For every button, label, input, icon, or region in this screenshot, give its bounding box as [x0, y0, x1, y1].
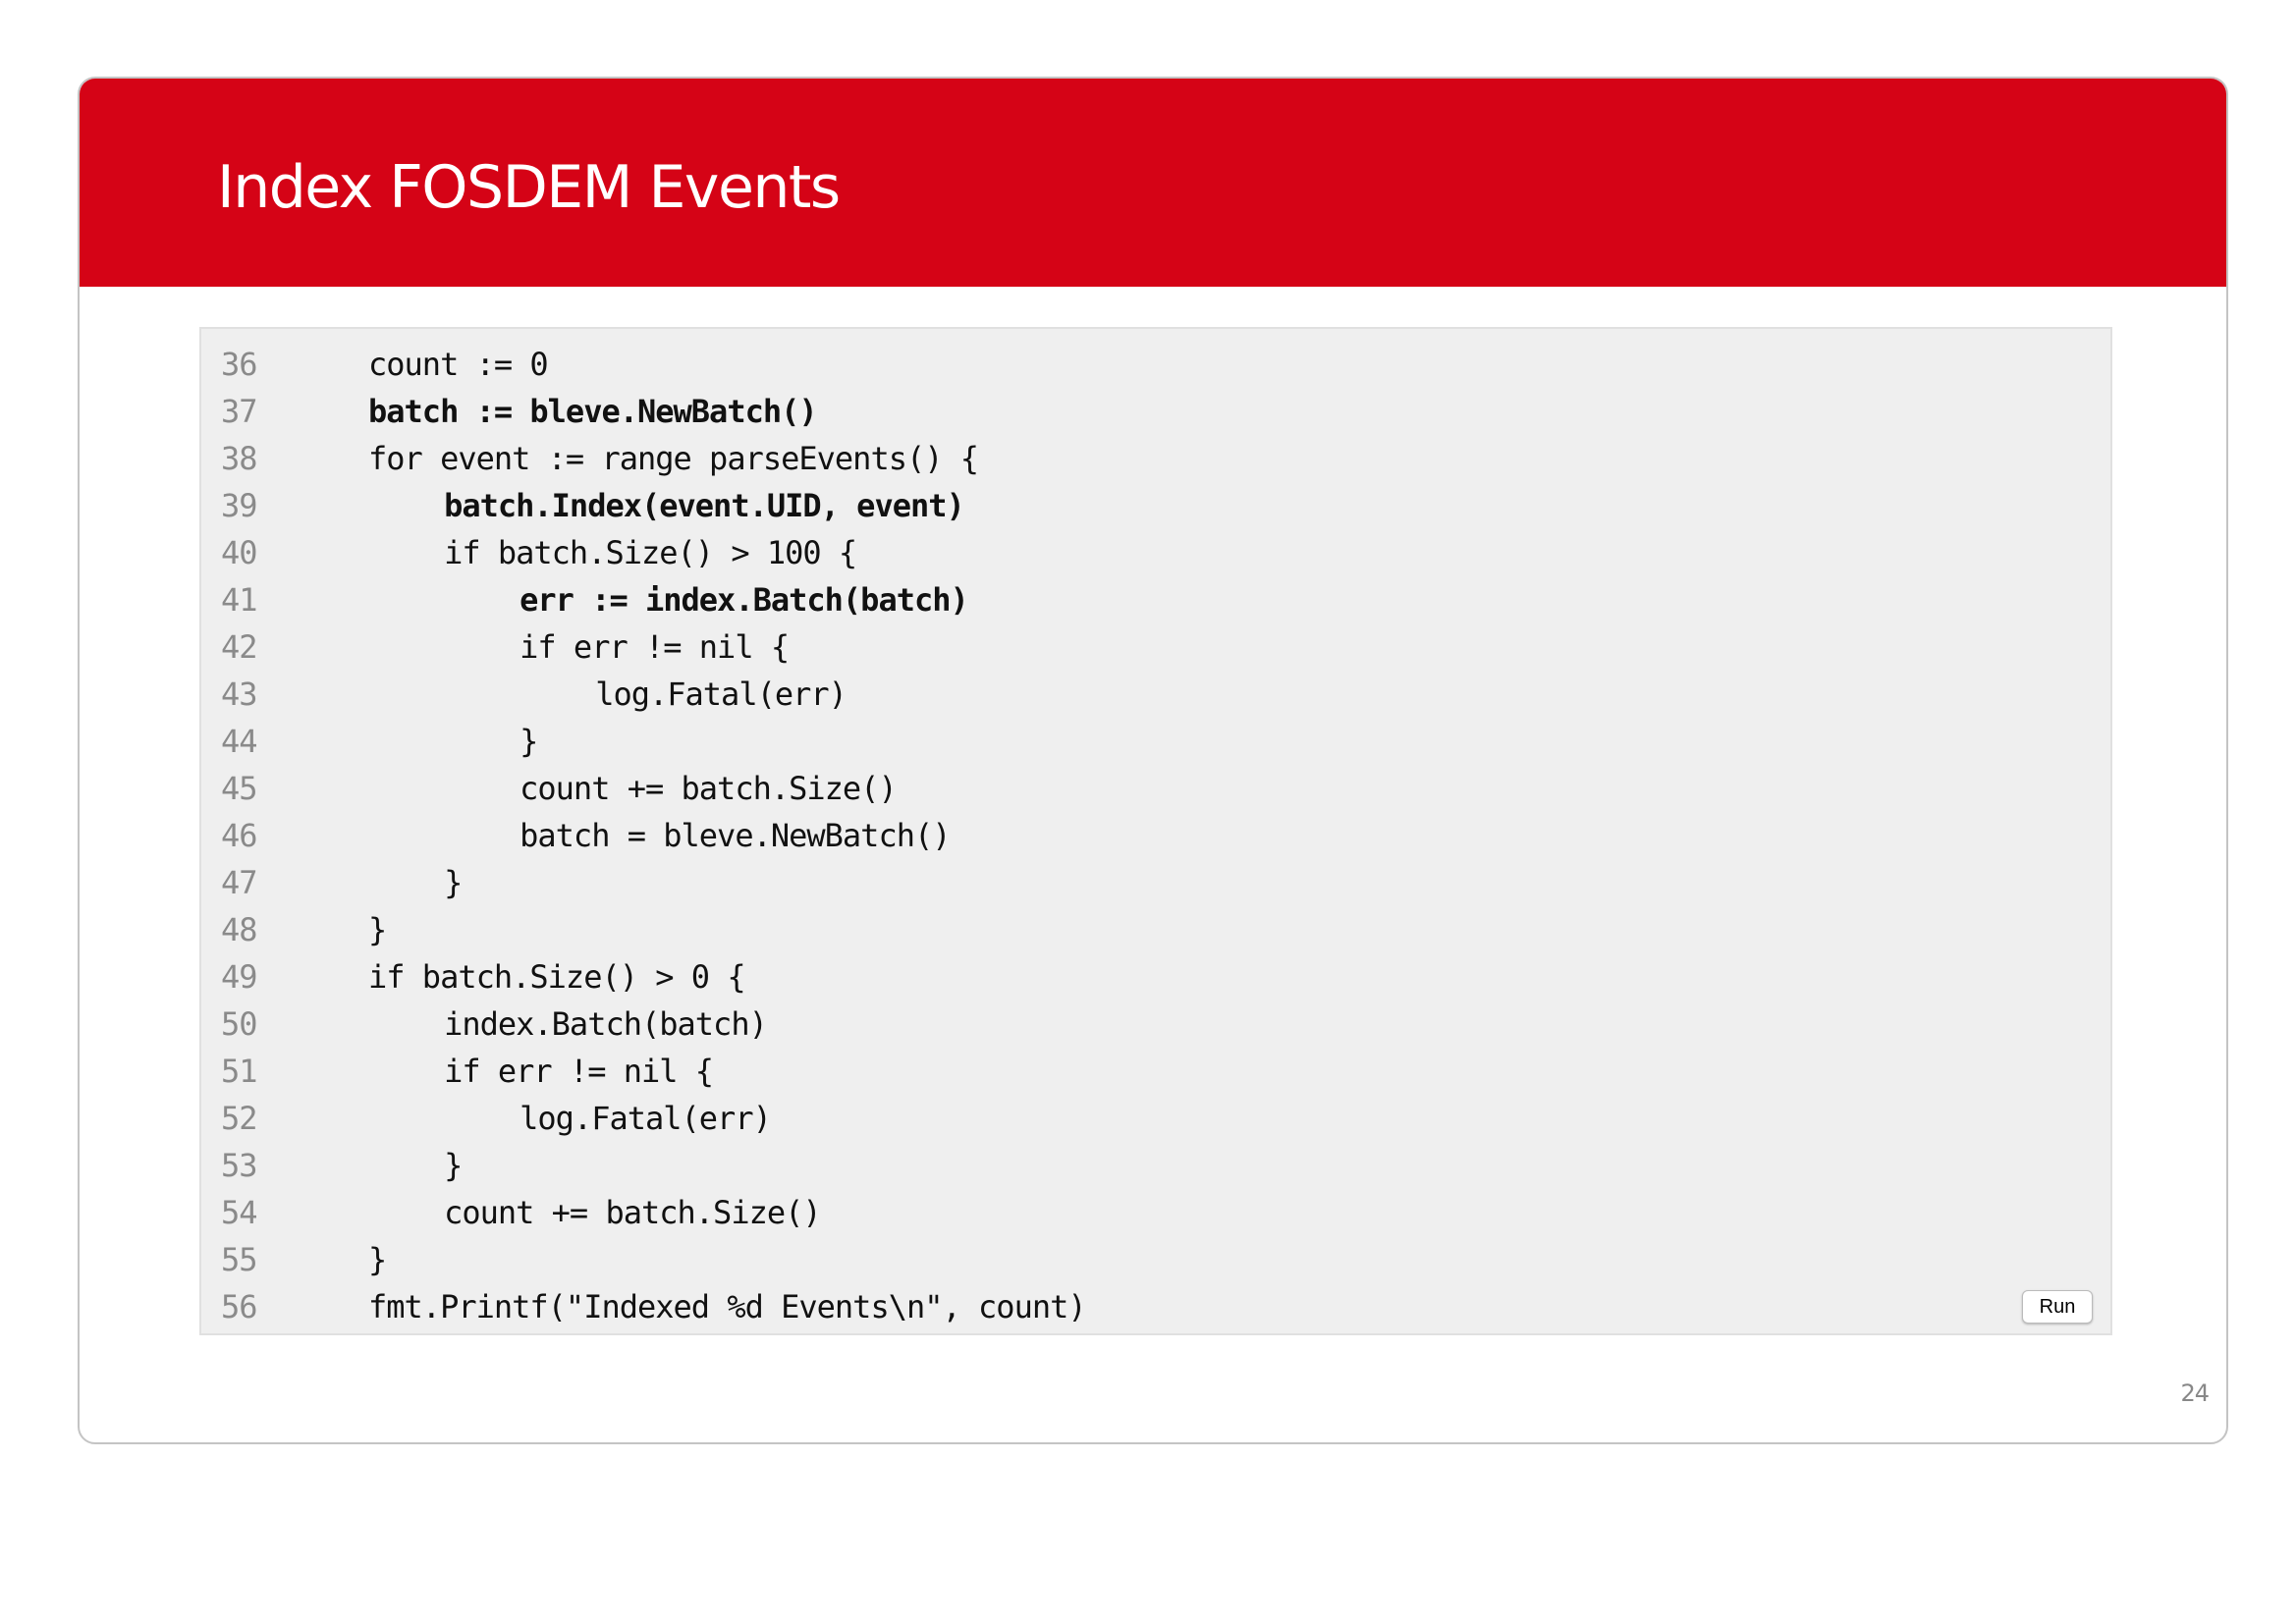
- line-number: 41: [221, 581, 258, 619]
- code-line: 38 for event := range parseEvents() {: [201, 435, 1086, 482]
- line-number: 49: [221, 958, 258, 996]
- code-text: if err != nil {: [519, 628, 790, 666]
- code-text: if batch.Size() > 100 {: [444, 534, 857, 571]
- code-block: 36 count := 0 37 batch := bleve.NewBatch() 3…: [199, 327, 2112, 1335]
- code-line: 47}: [201, 859, 1086, 906]
- line-number: 52: [221, 1100, 258, 1137]
- code-text: if err != nil {: [444, 1053, 714, 1090]
- code-text: batch.Index(event.UID, event): [444, 487, 965, 524]
- code-text: batch = bleve.NewBatch(): [519, 817, 951, 854]
- line-number: 36: [221, 346, 258, 383]
- line-number: 47: [221, 864, 258, 901]
- code-text: }: [368, 911, 387, 948]
- code-text: }: [444, 864, 463, 901]
- code-line: 56 fmt.Printf("Indexed %d Events\n", coun…: [201, 1283, 1087, 1330]
- line-number: 54: [221, 1194, 258, 1231]
- code-text: index.Batch(batch): [444, 1005, 768, 1043]
- slide: Index FOSDEM Events 36 count := 0 37 batch …: [78, 77, 2228, 1444]
- code-line: 48}: [201, 906, 1086, 953]
- code-text: count := 0: [368, 346, 549, 383]
- code-line: 42 if err != nil {: [201, 623, 1086, 671]
- line-number: 40: [221, 534, 258, 571]
- code-text: count += batch.Size(): [519, 770, 898, 807]
- code-line: 54 count += batch.Size(): [201, 1189, 1086, 1236]
- code-text: }: [519, 723, 538, 760]
- slide-title: Index FOSDEM Events: [217, 153, 841, 222]
- code-text: fmt.Printf("Indexed %d Events\n", count): [368, 1288, 1087, 1325]
- code-text: }: [444, 1147, 463, 1184]
- line-number: 55: [221, 1241, 258, 1278]
- code-line: 37 batch := bleve.NewBatch(): [201, 388, 1086, 435]
- code-line: 51 if err != nil {: [201, 1048, 1086, 1095]
- code-text: log.Fatal(err): [519, 1100, 772, 1137]
- slide-header: Index FOSDEM Events: [80, 79, 2226, 287]
- line-number: 37: [221, 393, 258, 430]
- line-number: 48: [221, 911, 258, 948]
- line-number: 39: [221, 487, 258, 524]
- code-line: 41 err := index.Batch(batch): [201, 576, 1086, 623]
- line-number: 56: [221, 1288, 258, 1325]
- code-text: for event := range parseEvents() {: [368, 440, 979, 477]
- code-text: err := index.Batch(batch): [519, 581, 969, 619]
- line-number: 38: [221, 440, 258, 477]
- code-line: 44}: [201, 718, 1086, 765]
- code-text: }: [368, 1241, 387, 1278]
- code-line: 53}: [201, 1142, 1086, 1189]
- run-button[interactable]: Run: [2022, 1290, 2093, 1324]
- line-number: 42: [221, 628, 258, 666]
- line-number: 51: [221, 1053, 258, 1090]
- code-text: log.Fatal(err): [595, 676, 847, 713]
- code-text: count += batch.Size(): [444, 1194, 822, 1231]
- line-number: 43: [221, 676, 258, 713]
- line-number: 53: [221, 1147, 258, 1184]
- code-line: 49 if batch.Size() > 0 {: [201, 953, 1086, 1000]
- code-line: 45 count += batch.Size(): [201, 765, 1086, 812]
- code-line: 36 count := 0: [201, 341, 1086, 388]
- line-number: 46: [221, 817, 258, 854]
- code-text: batch := bleve.NewBatch(): [368, 393, 818, 430]
- line-number: 50: [221, 1005, 258, 1043]
- code-line: 50 index.Batch(batch): [201, 1000, 1086, 1048]
- code-line: 46 batch = bleve.NewBatch(): [201, 812, 1086, 859]
- code-line: 55}: [201, 1236, 1086, 1283]
- code-lines: 36 count := 0 37 batch := bleve.NewBatch() 3…: [201, 341, 1087, 1330]
- code-line: 39 batch.Index(event.UID, event): [201, 482, 1086, 529]
- page-number: 24: [2180, 1379, 2210, 1407]
- code-line: 40 if batch.Size() > 100 {: [201, 529, 1086, 576]
- code-text: if batch.Size() > 0 {: [368, 958, 746, 996]
- line-number: 44: [221, 723, 258, 760]
- code-line: 52 log.Fatal(err): [201, 1095, 1086, 1142]
- line-number: 45: [221, 770, 258, 807]
- code-line: 43 log.Fatal(err): [201, 671, 1086, 718]
